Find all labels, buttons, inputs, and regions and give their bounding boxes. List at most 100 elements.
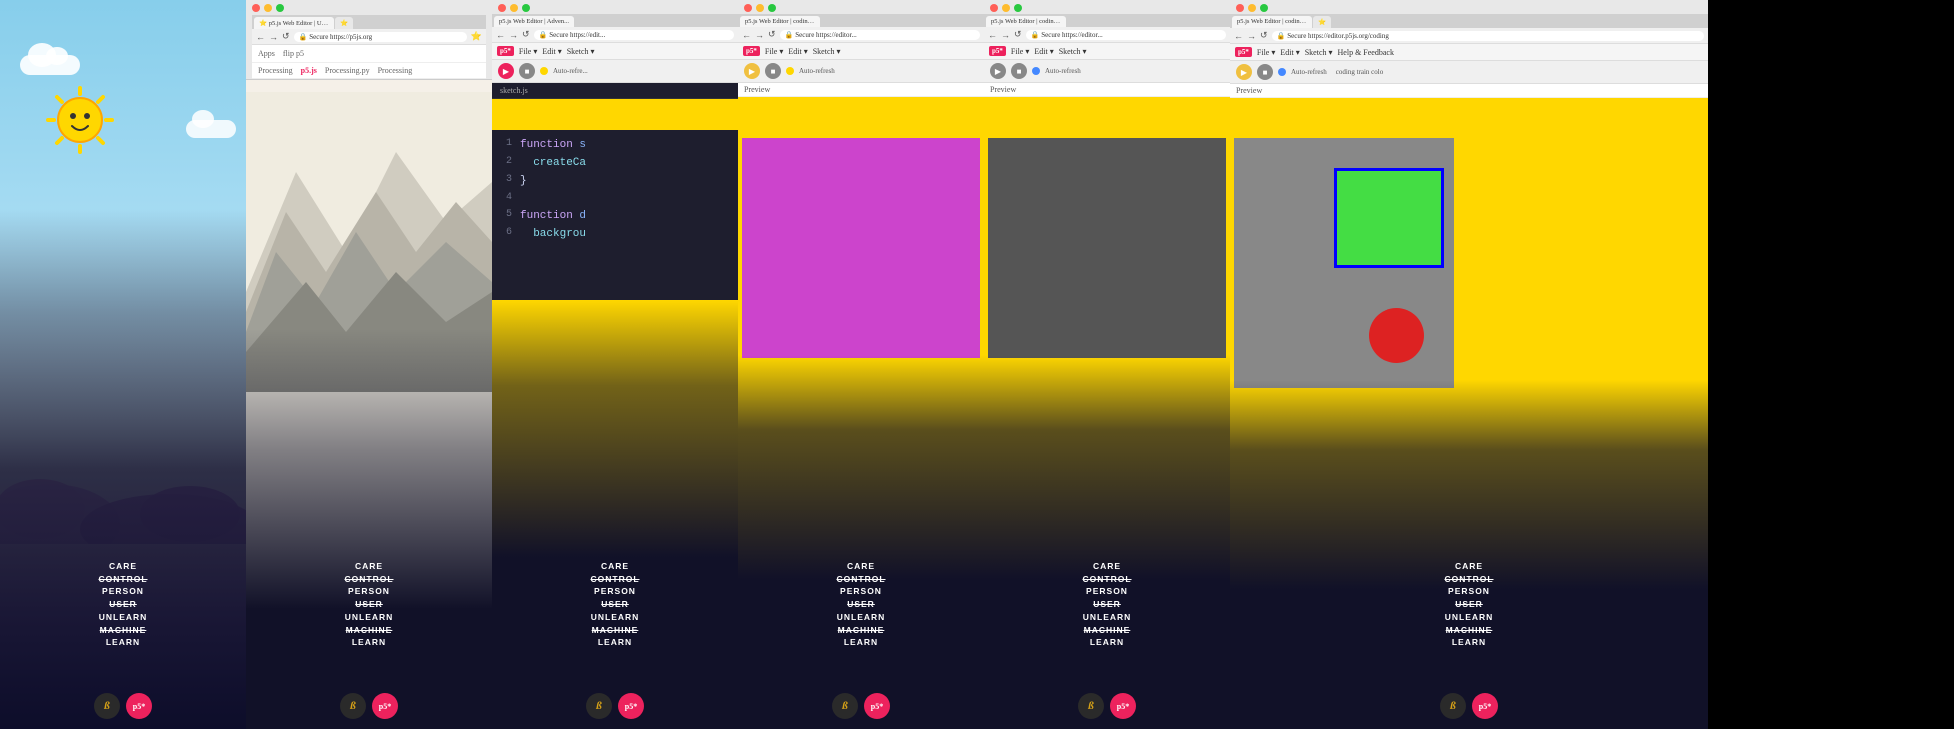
minimize-dot[interactable]	[264, 4, 272, 12]
max-5[interactable]	[1014, 4, 1022, 12]
back-button[interactable]: ←	[256, 32, 265, 42]
addr-4[interactable]: 🔒 Secure https://editor...	[780, 30, 980, 40]
maximize-dot[interactable]	[276, 4, 284, 12]
addr-6[interactable]: 🔒 Secure https://editor.p5js.org/coding	[1272, 31, 1704, 41]
dot-6	[1278, 68, 1286, 76]
close-6[interactable]	[1236, 4, 1244, 12]
fwd-4[interactable]: →	[755, 30, 764, 40]
secure-5: 🔒	[1031, 31, 1040, 39]
nav-flip[interactable]: flip p5	[283, 49, 304, 58]
back-6[interactable]: ←	[1234, 31, 1243, 41]
file-5[interactable]: File ▾	[1011, 47, 1029, 56]
b3-logo-3: ß	[586, 693, 612, 719]
logos-bar-5: ß p5*	[1078, 693, 1136, 719]
addr-3[interactable]: 🔒 Secure https://edit...	[534, 30, 734, 40]
sketch-menu[interactable]: Sketch ▾	[567, 47, 595, 56]
fwd-3[interactable]: →	[509, 30, 518, 40]
ref-6[interactable]: ↺	[1260, 30, 1268, 41]
nav-processing[interactable]: Processing	[258, 66, 293, 75]
filename: sketch.js	[500, 86, 528, 95]
sun-icon	[40, 80, 120, 160]
preview-canvas-dark	[988, 138, 1226, 358]
preview-label-6: Preview	[1236, 86, 1262, 95]
close-4[interactable]	[744, 4, 752, 12]
ref-3[interactable]: ↺	[522, 29, 530, 40]
b3-logo-6: ß	[1440, 693, 1466, 719]
address-bar[interactable]: 🔒 Secure https://p5js.org	[294, 32, 467, 42]
nav-p5js[interactable]: p5.js	[301, 66, 317, 75]
nav-processing2[interactable]: Processing	[378, 66, 413, 75]
min-5[interactable]	[1002, 4, 1010, 12]
logos-bar-6: ß p5*	[1440, 693, 1498, 719]
tab-6b[interactable]: ⭐	[1313, 16, 1331, 28]
nav-processing-py[interactable]: Processing.py	[325, 66, 370, 75]
file-6[interactable]: File ▾	[1257, 48, 1275, 57]
secure-icon: 🔒	[299, 33, 308, 41]
max-4[interactable]	[768, 4, 776, 12]
fwd-5[interactable]: →	[1001, 30, 1010, 40]
back-5[interactable]: ←	[988, 30, 997, 40]
panel-shapes-preview: p5.js Web Editor | coding tra... ⭐ ← → ↺…	[1230, 0, 1708, 729]
file-4[interactable]: File ▾	[765, 47, 783, 56]
panel-website: ⭐ p5.js Web Editor | Unbiase... ⭐ ← → ↺ …	[246, 0, 492, 729]
tshirt-text-3: CARE CONTROL PERSON USER UNLEARN MACHINE…	[590, 560, 639, 649]
sketch-5[interactable]: Sketch ▾	[1059, 47, 1087, 56]
status-dot	[540, 67, 548, 75]
back-3[interactable]: ←	[496, 30, 505, 40]
p5-logo-6: p5*	[1235, 47, 1252, 57]
tab-5[interactable]: p5.js Web Editor | coding...	[986, 16, 1066, 27]
nav-apps[interactable]: Apps	[258, 49, 275, 58]
file-menu[interactable]: File ▾	[519, 47, 537, 56]
tab-4[interactable]: p5.js Web Editor | coding t...	[740, 16, 820, 27]
tab-6[interactable]: p5.js Web Editor | coding tra...	[1232, 16, 1312, 28]
url-4: Secure https://editor...	[795, 31, 856, 39]
browser-tab[interactable]: ⭐ p5.js Web Editor | Unbiase...	[254, 17, 334, 29]
close-5[interactable]	[990, 4, 998, 12]
logos-bar: ß p5*	[94, 693, 152, 719]
browser-tab-2[interactable]: ⭐	[335, 17, 353, 29]
p5-logo: p5*	[126, 693, 152, 719]
close-dot-3[interactable]	[498, 4, 506, 12]
b3-logo-2: ß	[340, 693, 366, 719]
bookmark-icon[interactable]: ⭐	[471, 31, 482, 42]
green-rectangle	[1334, 168, 1444, 268]
edit-menu[interactable]: Edit ▾	[542, 47, 561, 56]
min-dot-3[interactable]	[510, 4, 518, 12]
run-5[interactable]: ▶	[990, 63, 1006, 79]
sketch-4[interactable]: Sketch ▾	[813, 47, 841, 56]
edit-5[interactable]: Edit ▾	[1034, 47, 1053, 56]
p5-logo-4b: p5*	[864, 693, 890, 719]
back-4[interactable]: ←	[742, 30, 751, 40]
p5-logo-2: p5*	[372, 693, 398, 719]
run-button[interactable]: ▶	[498, 63, 514, 79]
ref-4[interactable]: ↺	[768, 29, 776, 40]
sketch-title: coding train colo	[1336, 68, 1383, 76]
tshirt-text-5: CARE CONTROL PERSON USER UNLEARN MACHINE…	[1082, 560, 1131, 649]
edit-4[interactable]: Edit ▾	[788, 47, 807, 56]
b3-logo: ß	[94, 693, 120, 719]
ref-5[interactable]: ↺	[1014, 29, 1022, 40]
stop-5[interactable]: ■	[1011, 63, 1027, 79]
min-6[interactable]	[1248, 4, 1256, 12]
close-dot[interactable]	[252, 4, 260, 12]
secure-3: 🔒	[539, 31, 548, 39]
max-6[interactable]	[1260, 4, 1268, 12]
fwd-6[interactable]: →	[1247, 31, 1256, 41]
run-6[interactable]: ▶	[1236, 64, 1252, 80]
max-dot-3[interactable]	[522, 4, 530, 12]
edit-6[interactable]: Edit ▾	[1280, 48, 1299, 57]
refresh-button[interactable]: ↺	[282, 31, 290, 42]
stop-4[interactable]: ■	[765, 63, 781, 79]
help-6[interactable]: Help & Feedback	[1338, 48, 1394, 57]
forward-button[interactable]: →	[269, 32, 278, 42]
stop-button[interactable]: ■	[519, 63, 535, 79]
autoref-5: Auto-refresh	[1045, 67, 1081, 75]
p5-logo-5b: p5*	[1110, 693, 1136, 719]
stop-6[interactable]: ■	[1257, 64, 1273, 80]
run-4[interactable]: ▶	[744, 63, 760, 79]
addr-5[interactable]: 🔒 Secure https://editor...	[1026, 30, 1226, 40]
min-4[interactable]	[756, 4, 764, 12]
tab-code[interactable]: p5.js Web Editor | Adven...	[494, 16, 574, 27]
tshirt-text-6: CARE CONTROL PERSON USER UNLEARN MACHINE…	[1444, 560, 1493, 649]
sketch-6[interactable]: Sketch ▾	[1305, 48, 1333, 57]
